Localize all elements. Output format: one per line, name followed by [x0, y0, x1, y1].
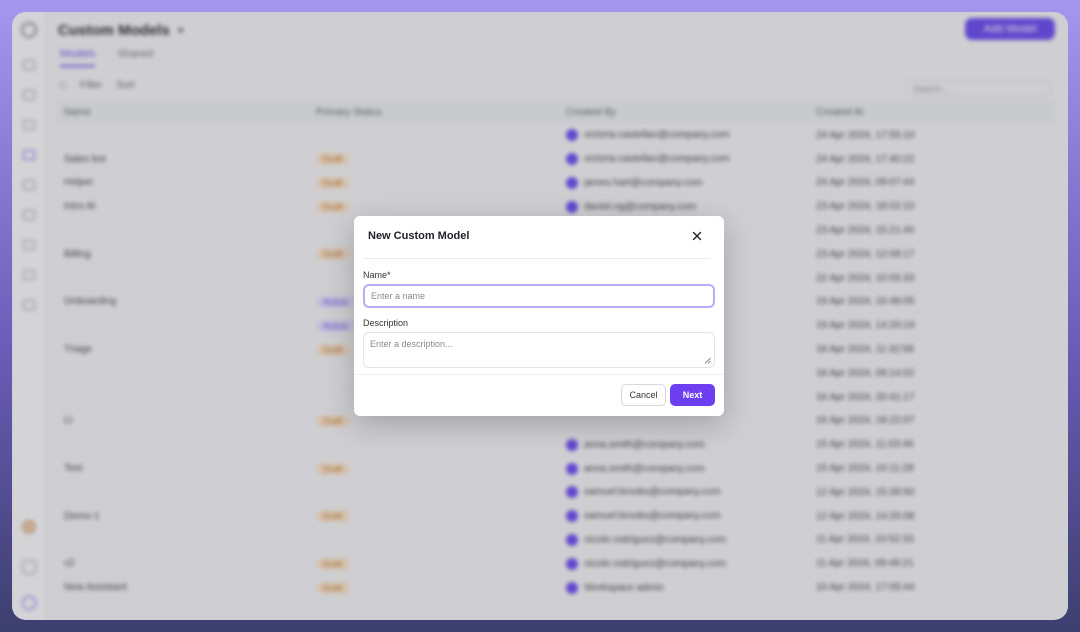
resize-handle-icon[interactable] — [704, 357, 711, 364]
description-label: Description — [363, 318, 409, 328]
new-custom-model-dialog: New Custom Model Name* Description Cance… — [354, 216, 724, 416]
cancel-button[interactable]: Cancel — [621, 384, 666, 406]
description-input[interactable] — [363, 332, 715, 368]
name-input[interactable] — [363, 284, 715, 308]
dialog-divider — [364, 258, 710, 259]
dialog-title: New Custom Model — [368, 230, 470, 242]
name-label: Name* — [363, 270, 391, 280]
footer-divider — [354, 374, 724, 375]
close-icon[interactable] — [690, 229, 704, 243]
next-button[interactable]: Next — [670, 384, 715, 406]
